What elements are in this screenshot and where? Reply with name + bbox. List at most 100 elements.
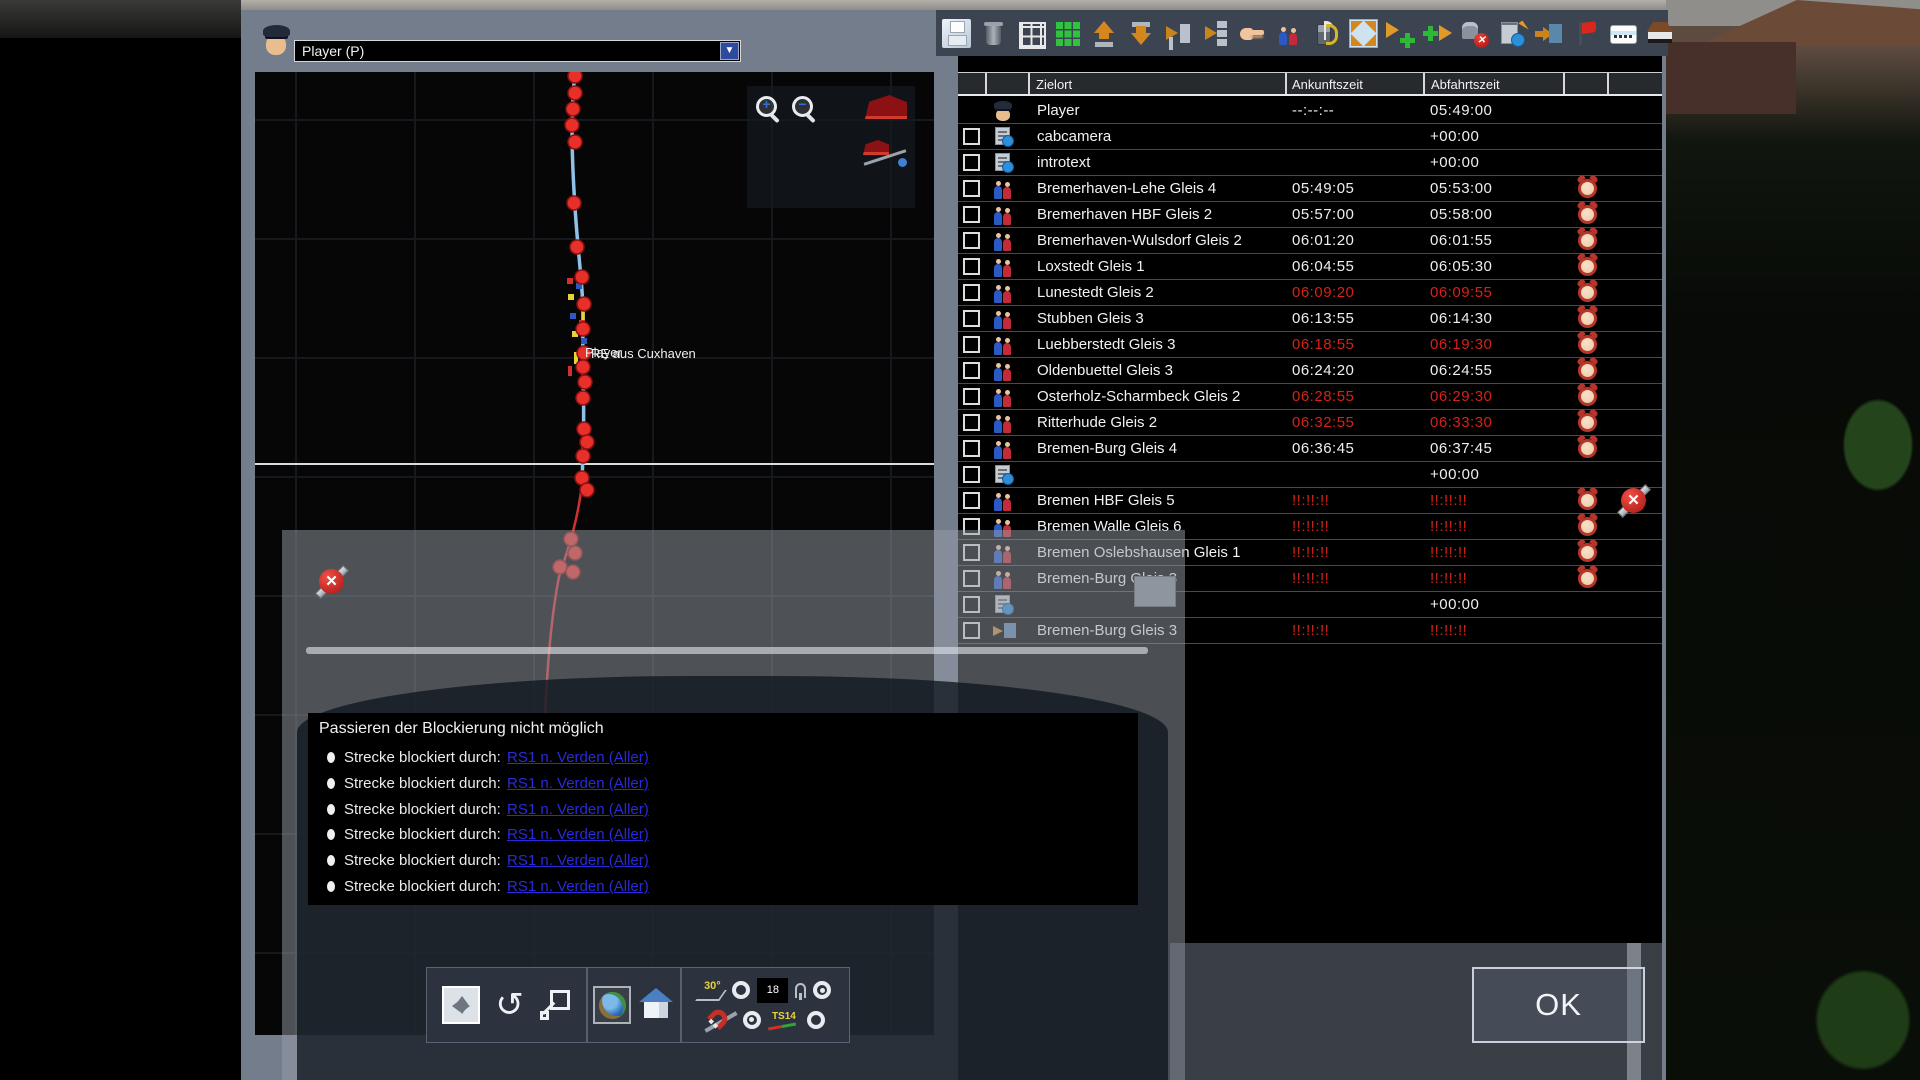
table-row[interactable]: Bremen-Burg Gleis 406:36:4506:37:45 (958, 436, 1662, 462)
ok-button[interactable]: OK (1472, 967, 1645, 1043)
blocking-train-link[interactable]: RS1 n. Verden (Aller) (507, 852, 649, 869)
building-wall (1666, 42, 1796, 114)
table-row[interactable]: Oldenbuettel Gleis 306:24:2006:24:55 (958, 358, 1662, 384)
ts14-radio[interactable] (807, 1011, 825, 1029)
arrival-time: 06:09:20 (1292, 284, 1354, 301)
departure-time: 06:01:55 (1430, 232, 1492, 249)
table-row[interactable]: Ritterhude Gleis 206:32:5506:33:30 (958, 410, 1662, 436)
blocking-train-link[interactable]: RS1 n. Verden (Aller) (507, 878, 649, 895)
dialog-corner-box (1134, 576, 1176, 607)
row-checkbox[interactable] (963, 128, 980, 145)
table-row[interactable]: cabcamera+00:00 (958, 124, 1662, 150)
clock-icon (1578, 257, 1597, 276)
move-up-icon[interactable] (1090, 19, 1119, 48)
home-icon[interactable] (637, 988, 675, 1022)
game-world-right (1666, 0, 1920, 1080)
passengers-icon (993, 178, 1015, 199)
passengers-icon (993, 360, 1015, 381)
blocked-by-label: Strecke blockiert durch: (344, 801, 501, 818)
move-down-icon[interactable] (1127, 19, 1156, 48)
table-row[interactable]: Stubben Gleis 306:13:5506:14:30 (958, 306, 1662, 332)
table-row[interactable]: Luebberstedt Gleis 306:18:5506:19:30 (958, 332, 1662, 358)
select-hand-icon[interactable] (1238, 19, 1267, 48)
refuel-icon[interactable] (1312, 19, 1341, 48)
row-checkbox[interactable] (963, 388, 980, 405)
row-checkbox[interactable] (963, 206, 980, 223)
dialog-map-toolbar: 30° 18 TS14 (426, 967, 850, 1043)
collapse-icon[interactable] (1349, 19, 1378, 48)
goto-stop-icon[interactable] (1534, 19, 1563, 48)
value-box[interactable]: 18 (757, 978, 788, 1003)
pan-tool-icon[interactable] (442, 986, 480, 1024)
table-row[interactable]: Player--:--:--05:49:00 (958, 98, 1662, 124)
zoom-out-icon[interactable] (791, 95, 819, 123)
row-checkbox[interactable] (963, 258, 980, 275)
script-properties-icon[interactable] (1497, 19, 1526, 48)
blocking-train-link[interactable]: RS1 n. Verden (Aller) (507, 775, 649, 792)
table-row[interactable]: Lunestedt Gleis 206:09:2006:09:55 (958, 280, 1662, 306)
delete-train-icon[interactable] (1460, 19, 1489, 48)
passengers-icon[interactable] (1275, 19, 1304, 48)
tree-foliage (1836, 390, 1920, 500)
chevron-down-icon[interactable]: ▼ (720, 42, 739, 60)
row-checkbox[interactable] (963, 440, 980, 457)
row-checkbox[interactable] (963, 492, 980, 509)
train-selector-dropdown[interactable]: Player (P) ▼ (294, 40, 741, 62)
table-header: Zielort Ankunftszeit Abfahrtszeit (958, 72, 1662, 96)
arrival-time: 06:24:20 (1292, 362, 1354, 379)
hook-icon (795, 983, 806, 998)
destination-name: cabcamera (1037, 128, 1111, 145)
slope-radio[interactable] (732, 981, 750, 999)
grid-icon[interactable] (1016, 19, 1045, 48)
save-icon[interactable] (942, 19, 971, 48)
table-row[interactable]: Loxstedt Gleis 106:04:5506:05:30 (958, 254, 1662, 280)
row-checkbox[interactable] (963, 310, 980, 327)
display-board-icon[interactable] (1608, 19, 1637, 48)
flag-icon[interactable] (1571, 19, 1600, 48)
insert-after-icon[interactable] (1164, 19, 1193, 48)
insert-before-icon[interactable] (1201, 19, 1230, 48)
jump-to-icon[interactable] (539, 989, 571, 1021)
follow-vehicle-icon[interactable] (865, 95, 907, 119)
depot-icon[interactable] (1645, 19, 1674, 48)
bullet-icon (327, 881, 335, 892)
globe-icon[interactable] (593, 986, 631, 1024)
dialog-scrollbar[interactable] (306, 647, 1148, 654)
arrival-time: !!:!!:!! (1292, 544, 1329, 561)
row-checkbox[interactable] (963, 362, 980, 379)
table-row[interactable]: Bremerhaven-Lehe Gleis 405:49:0505:53:00 (958, 176, 1662, 202)
row-checkbox[interactable] (963, 180, 980, 197)
vehicle-on-route-icon[interactable] (861, 138, 909, 172)
blocked-by-label: Strecke blockiert durch: (344, 749, 501, 766)
table-row[interactable]: Bremerhaven-Wulsdorf Gleis 206:01:2006:0… (958, 228, 1662, 254)
row-checkbox[interactable] (963, 154, 980, 171)
row-checkbox[interactable] (963, 336, 980, 353)
blocking-train-link[interactable]: RS1 n. Verden (Aller) (507, 826, 649, 843)
rotate-icon[interactable] (495, 988, 524, 1022)
add-stop-after-icon[interactable] (1386, 19, 1415, 48)
blocked-route-entry: Strecke blockiert durch:RS1 n. Verden (A… (308, 823, 1138, 849)
destination-name: Luebberstedt Gleis 3 (1037, 336, 1175, 353)
blocking-train-link[interactable]: RS1 n. Verden (Aller) (507, 801, 649, 818)
destination-name: Ritterhude Gleis 2 (1037, 414, 1157, 431)
delete-icon[interactable] (979, 19, 1008, 48)
destination-name: Loxstedt Gleis 1 (1037, 258, 1145, 275)
table-row[interactable]: introtext+00:00 (958, 150, 1662, 176)
grid-active-icon[interactable] (1053, 19, 1082, 48)
row-checkbox[interactable] (963, 466, 980, 483)
blocking-train-link[interactable]: RS1 n. Verden (Aller) (507, 749, 649, 766)
row-checkbox[interactable] (963, 232, 980, 249)
passengers-icon (993, 230, 1015, 251)
row-checkbox[interactable] (963, 284, 980, 301)
zoom-in-icon[interactable] (755, 95, 783, 123)
row-checkbox[interactable] (963, 414, 980, 431)
table-row[interactable]: Osterholz-Scharmbeck Gleis 206:28:5506:2… (958, 384, 1662, 410)
magnet-radio[interactable] (743, 1011, 761, 1029)
hook-radio[interactable] (813, 981, 831, 999)
table-row[interactable]: Bremerhaven HBF Gleis 205:57:0005:58:00 (958, 202, 1662, 228)
table-row[interactable]: +00:00 (958, 462, 1662, 488)
destination-name: Bremerhaven-Lehe Gleis 4 (1037, 180, 1216, 197)
table-row[interactable]: Bremen HBF Gleis 5!!:!!:!!!!:!!:!! (958, 488, 1662, 514)
add-stop-before-icon[interactable] (1423, 19, 1452, 48)
departure-time: 06:33:30 (1430, 414, 1492, 431)
